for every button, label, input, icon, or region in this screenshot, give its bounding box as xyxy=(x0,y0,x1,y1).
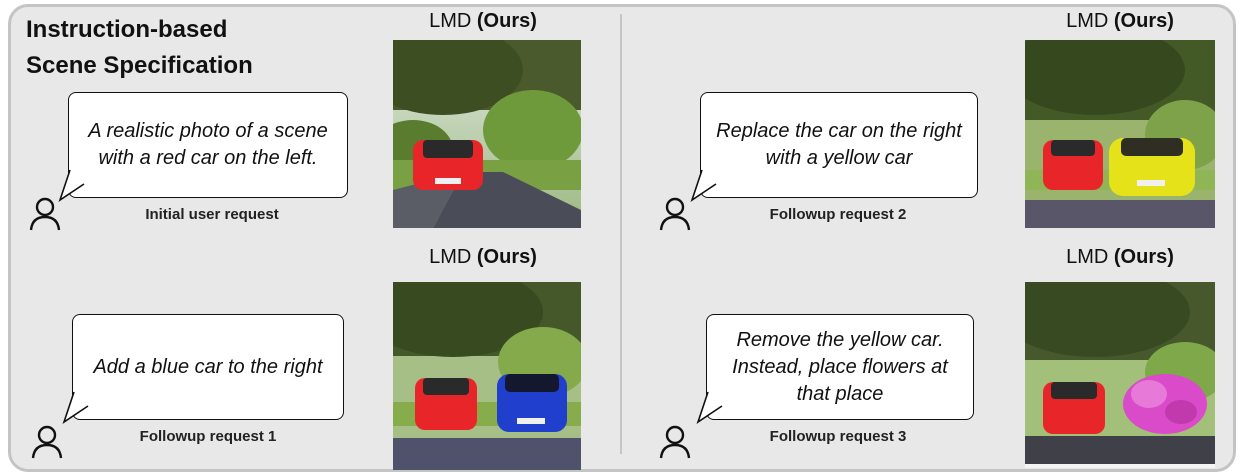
method-label-3: LMD (Ours) xyxy=(383,246,583,269)
user-icon xyxy=(659,425,691,459)
caption-initial: Initial user request xyxy=(145,206,279,223)
method-label-1: LMD (Ours) xyxy=(383,10,583,33)
speech-bubble-tail-followup-3 xyxy=(696,391,723,424)
center-divider xyxy=(620,14,622,454)
user-icon xyxy=(659,197,691,231)
method-name: LMD xyxy=(429,246,472,268)
speech-bubble-followup-1: Add a blue car to the right xyxy=(72,314,344,420)
method-suffix: (Ours) xyxy=(1113,246,1174,268)
speech-bubble-tail-followup-2 xyxy=(690,169,717,202)
method-label-2: LMD (Ours) xyxy=(1020,10,1220,33)
method-name: LMD xyxy=(1066,10,1109,32)
request-text-followup-2: Replace the car on the right with a yell… xyxy=(716,120,962,169)
request-text-followup-3: Remove the yellow car. Instead, place fl… xyxy=(732,328,948,405)
generated-image-followup-3 xyxy=(1025,282,1215,468)
method-suffix: (Ours) xyxy=(1113,10,1174,32)
method-name: LMD xyxy=(429,10,472,32)
caption-followup-1: Followup request 1 xyxy=(139,428,277,445)
request-text-followup-1: Add a blue car to the right xyxy=(93,355,323,378)
speech-bubble-initial: A realistic photo of a scene with a red … xyxy=(68,92,348,198)
generated-image-followup-2 xyxy=(1025,40,1215,228)
generated-image-initial xyxy=(393,40,581,228)
speech-bubble-followup-2: Replace the car on the right with a yell… xyxy=(700,92,978,198)
method-name: LMD xyxy=(1066,246,1109,268)
figure-title: Instruction-based Scene Specification xyxy=(26,12,253,84)
flowers xyxy=(1123,374,1207,434)
user-icon xyxy=(31,425,63,459)
method-suffix: (Ours) xyxy=(476,246,537,268)
method-label-4: LMD (Ours) xyxy=(1020,246,1220,269)
speech-bubble-tail-initial xyxy=(58,169,85,202)
title-line-1: Instruction-based xyxy=(26,16,228,43)
request-text-initial: A realistic photo of a scene with a red … xyxy=(88,120,328,169)
caption-followup-3: Followup request 3 xyxy=(769,428,907,445)
method-suffix: (Ours) xyxy=(476,10,537,32)
user-icon xyxy=(29,197,61,231)
generated-image-followup-1 xyxy=(393,282,581,470)
speech-bubble-followup-3: Remove the yellow car. Instead, place fl… xyxy=(706,314,974,420)
title-line-2: Scene Specification xyxy=(26,52,253,79)
speech-bubble-tail-followup-1 xyxy=(62,391,89,424)
caption-followup-2: Followup request 2 xyxy=(769,206,907,223)
